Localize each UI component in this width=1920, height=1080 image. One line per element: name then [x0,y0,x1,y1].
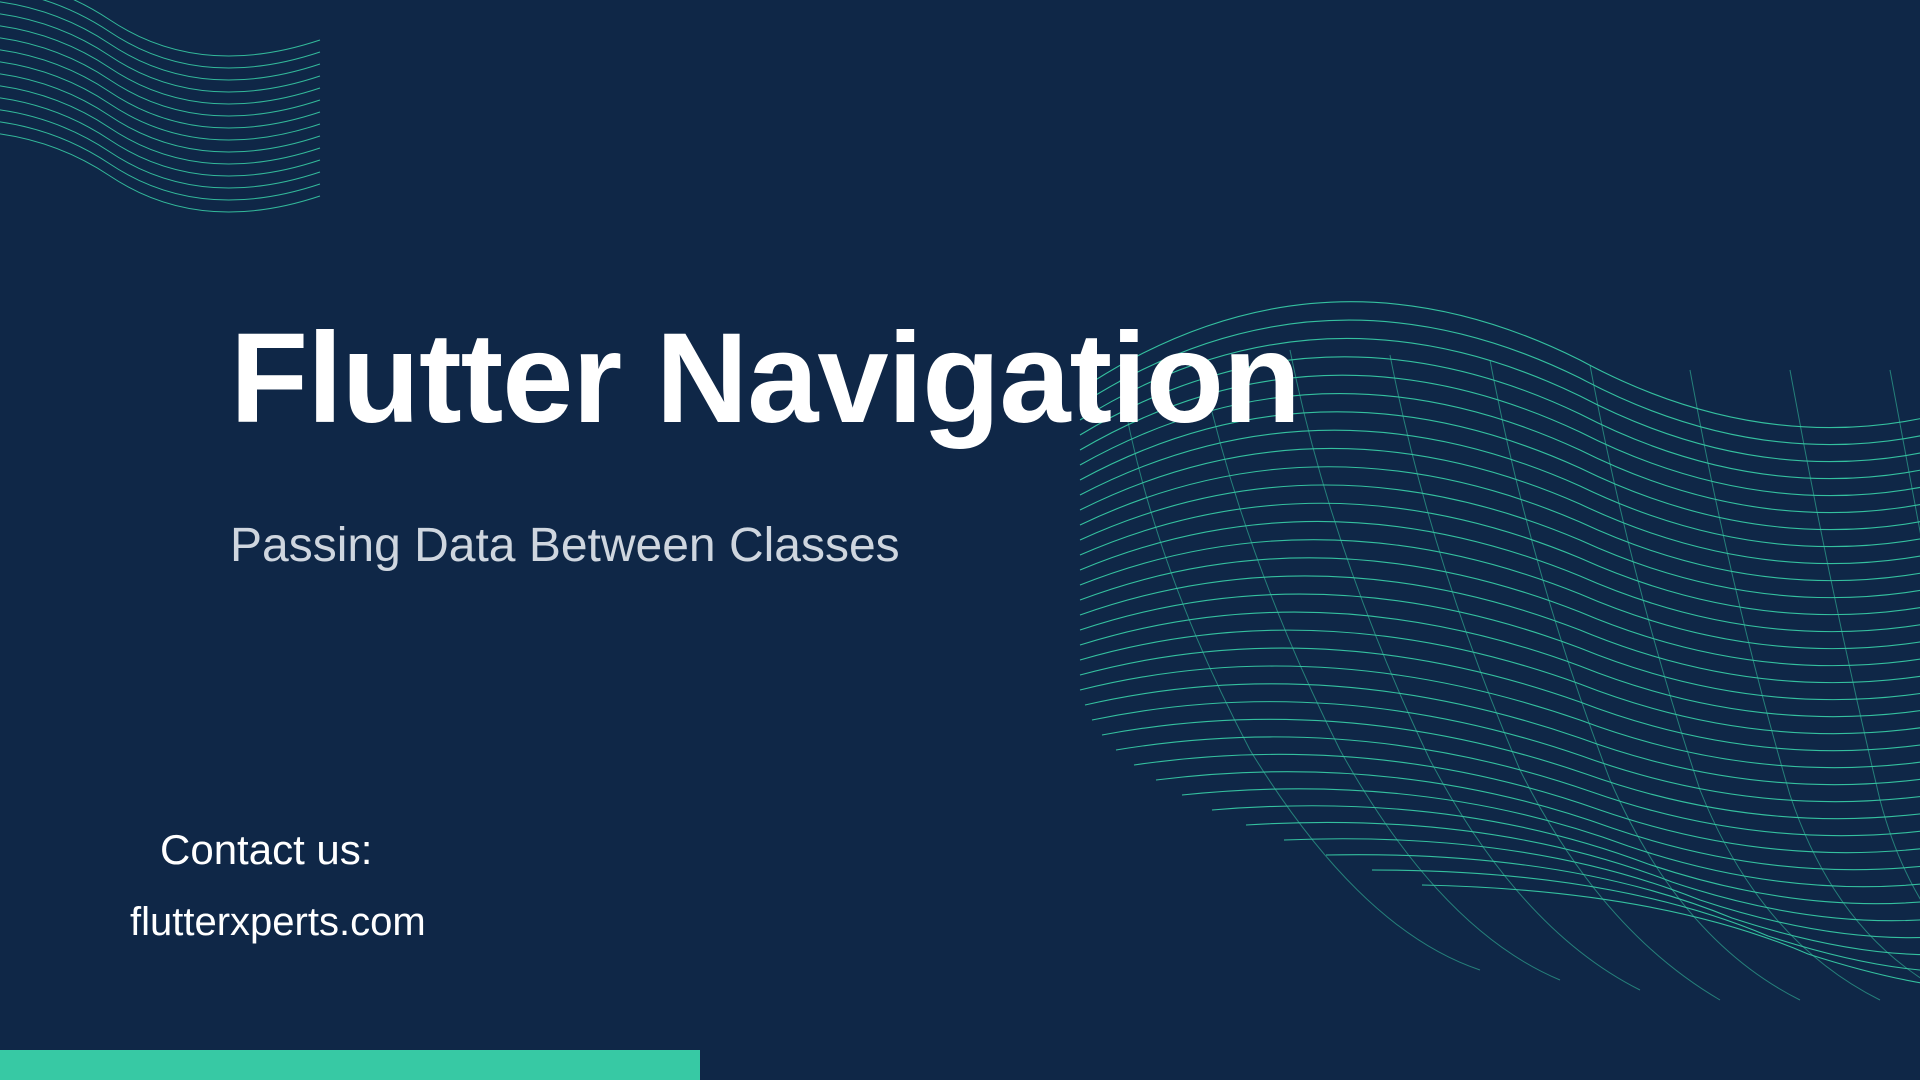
slide: Flutter Navigation Passing Data Between … [0,0,1920,1080]
slide-title: Flutter Navigation [230,280,1300,478]
accent-bar [0,1050,700,1080]
main-content: Flutter Navigation Passing Data Between … [230,280,1300,573]
contact-value: flutterxperts.com [130,900,426,945]
slide-subtitle: Passing Data Between Classes [230,518,1300,573]
wave-lines-top-left-icon [0,0,360,240]
contact-block: Contact us: flutterxperts.com [130,826,426,945]
contact-label: Contact us: [160,826,426,874]
